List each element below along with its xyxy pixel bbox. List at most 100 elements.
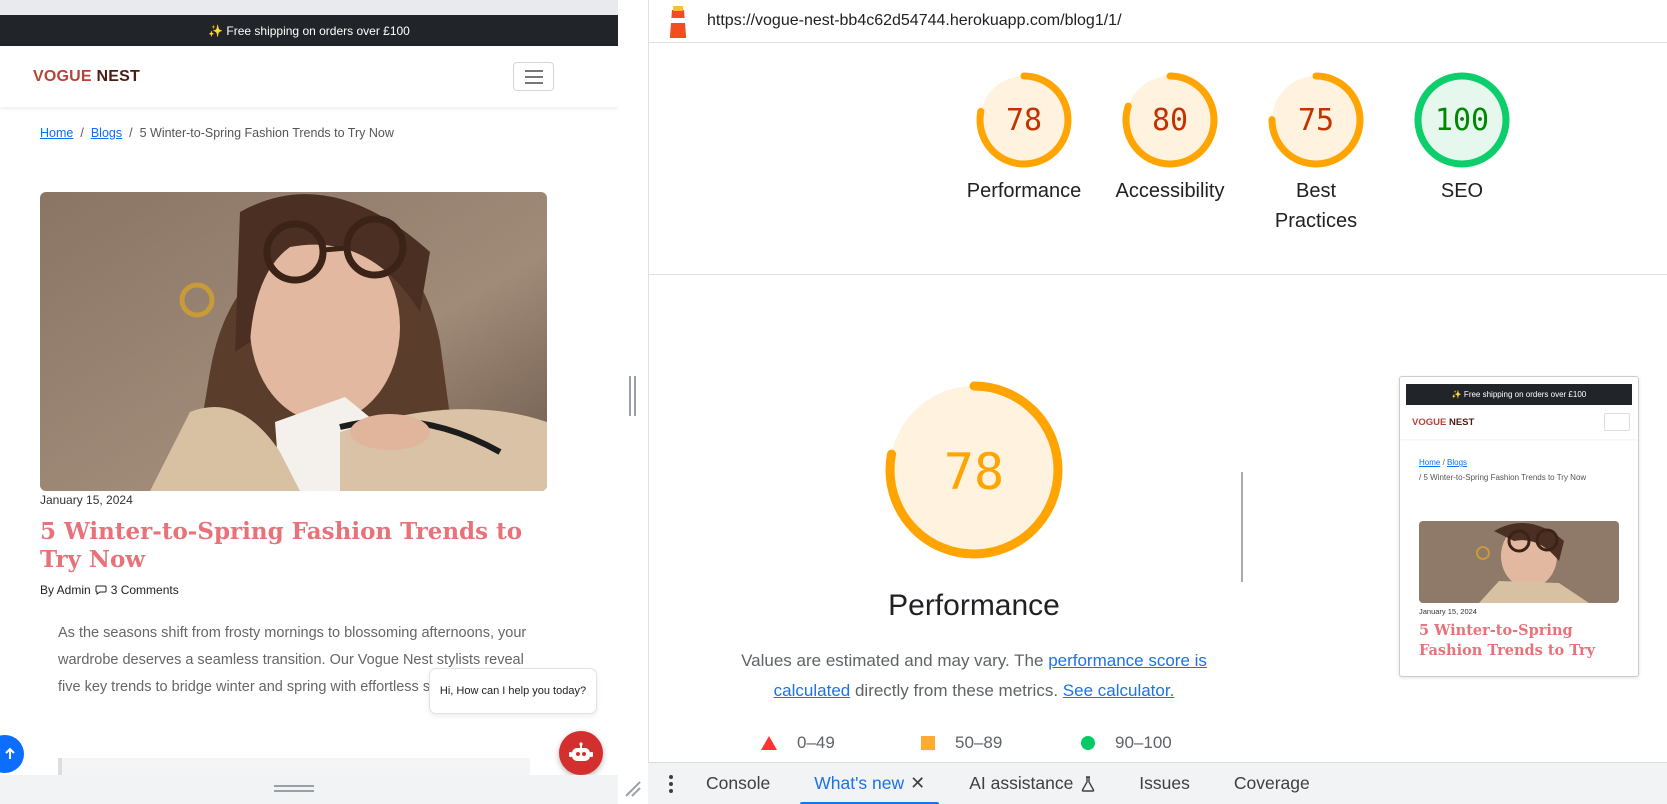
menu-toggle-button[interactable] (513, 62, 554, 91)
lighthouse-report: https://vogue-nest-bb4c62d54744.herokuap… (648, 0, 1667, 762)
legend-range: 0–49 (797, 733, 835, 752)
gauge-score: 80 (1152, 103, 1188, 138)
close-icon[interactable]: ✕ (910, 773, 925, 794)
final-screenshot-thumbnail[interactable]: ✨ Free shipping on orders over £100 VOGU… (1399, 376, 1639, 677)
category-gauges: 78 Performance 80 Accessibility 75 Best (649, 72, 1667, 252)
gauge-label: Best Practices (1274, 180, 1358, 232)
tab-label: Issues (1139, 773, 1190, 793)
resize-corner-icon[interactable] (624, 780, 642, 798)
thumb-brand: VOGUE NEST (1412, 417, 1474, 428)
square-icon (921, 736, 935, 750)
chatbot-launcher-button[interactable] (559, 731, 603, 775)
gauge-label: Performance (966, 180, 1082, 202)
blog-page: ✨ Free shipping on orders over £100 VOGU… (0, 15, 618, 775)
desc-text-2: directly from these metrics. (850, 681, 1063, 700)
gauge-ring: 78 (976, 72, 1072, 168)
gauge-best-practices[interactable]: 75 Best Practices (1246, 72, 1386, 236)
hamburger-icon (524, 69, 543, 72)
legend-pass: 90–100 (1081, 733, 1241, 753)
thumb-breadcrumb: Home / Blogs / 5 Winter-to-Spring Fashio… (1419, 458, 1587, 482)
performance-big-gauge: 78 (874, 370, 1074, 570)
tab-coverage[interactable]: Coverage (1212, 763, 1332, 804)
hamburger-line (524, 81, 543, 84)
thumb-date: January 15, 2024 (1419, 607, 1477, 616)
legend-range: 50–89 (955, 733, 1003, 752)
tab-label: AI assistance (969, 773, 1074, 793)
thumb-brand-part-1: VOGUE (1412, 416, 1447, 428)
thumb-header: VOGUE NEST (1400, 405, 1638, 439)
gauge-ring: 100 (1414, 72, 1510, 168)
post-title[interactable]: 5 Winter-to-Spring Fashion Trends to Try… (40, 518, 530, 574)
arrow-up-icon (5, 747, 15, 759)
thumb-crumb-blogs: Blogs (1447, 458, 1468, 467)
tab-issues[interactable]: Issues (1117, 763, 1212, 804)
breadcrumb: Home / Blogs / 5 Winter-to-Spring Fashio… (40, 126, 394, 140)
section-divider (649, 274, 1667, 275)
tab-whats-new[interactable]: What's new ✕ (792, 763, 947, 804)
gauge-ring: 80 (1122, 72, 1218, 168)
breadcrumb-separator: / (129, 126, 133, 140)
post-date: January 15, 2024 (40, 493, 133, 507)
gauge-seo[interactable]: 100 SEO (1392, 72, 1532, 206)
more-tools-menu-icon[interactable] (658, 774, 684, 793)
flask-icon (1081, 775, 1095, 792)
circle-icon (1081, 736, 1095, 750)
gauge-label: Accessibility (1115, 180, 1225, 202)
announcement-bar: ✨ Free shipping on orders over £100 (0, 15, 618, 46)
robot-icon (569, 742, 593, 761)
breadcrumb-current: 5 Winter-to-Spring Fashion Trends to Try… (139, 126, 394, 140)
legend-fail: 0–49 (761, 733, 921, 753)
report-url[interactable]: https://vogue-nest-bb4c62d54744.herokuap… (707, 12, 1122, 30)
hamburger-line (524, 75, 543, 78)
thumb-photo-illustration (1419, 521, 1619, 603)
gauge-ring-large: 78 (885, 381, 1063, 559)
gauge-label: SEO (1440, 180, 1484, 202)
thumb-announcement: ✨ Free shipping on orders over £100 (1406, 384, 1632, 405)
legend-range: 90–100 (1115, 733, 1172, 752)
vertical-divider (1241, 472, 1243, 582)
portrait-photo-illustration (40, 192, 547, 491)
thumb-hero-image (1419, 521, 1619, 603)
lighthouse-icon (670, 6, 686, 38)
triangle-icon (761, 736, 777, 750)
post-blockquote (58, 758, 530, 775)
thumb-title: 5 Winter-to-Spring Fashion Trends to Try (1419, 622, 1596, 659)
announcement-text: ✨ Free shipping on orders over £100 (208, 23, 410, 38)
post-author: By Admin (40, 583, 91, 597)
brand-part-2: NEST (96, 67, 140, 85)
gauge-score: 75 (1298, 103, 1334, 138)
devtools-drawer-tabbar: Console What's new ✕ AI assistance Issue… (648, 762, 1667, 804)
desc-text-1: Values are estimated and may vary. The (741, 651, 1049, 670)
chatbot-greeting-text: Hi, How can I help you today? (439, 685, 587, 697)
tab-console[interactable]: Console (684, 763, 792, 804)
gauge-ring: 75 (1268, 72, 1364, 168)
gauge-performance[interactable]: 78 Performance (954, 72, 1094, 206)
thumb-menu-icon (1604, 413, 1630, 431)
brand-logo[interactable]: VOGUE NEST (33, 68, 140, 86)
breadcrumb-separator: / (80, 126, 84, 140)
performance-description: Values are estimated and may vary. The p… (711, 646, 1237, 706)
hero-image (40, 192, 547, 491)
performance-heading: Performance (888, 589, 1060, 622)
chatbot-greeting-bubble[interactable]: Hi, How can I help you today? (429, 668, 597, 714)
thumb-crumb-current: / 5 Winter-to-Spring Fashion Trends to T… (1419, 473, 1587, 482)
comment-icon (95, 585, 107, 595)
thumb-brand-part-2: NEST (1448, 416, 1475, 428)
viewport-resize-handle-bottom[interactable] (274, 785, 314, 793)
see-calculator-link[interactable]: See calculator. (1063, 681, 1175, 700)
score-legend: 0–49 50–89 90–100 (761, 733, 1241, 753)
breadcrumb-blogs-link[interactable]: Blogs (91, 126, 122, 140)
scroll-to-top-button[interactable] (0, 735, 24, 773)
post-byline: By Admin 3 Comments (40, 583, 179, 597)
breadcrumb-home-link[interactable]: Home (40, 126, 73, 140)
performance-score: 78 (944, 443, 1004, 501)
viewport-resize-handle-side[interactable] (629, 376, 637, 416)
post-comments-count[interactable]: 3 Comments (111, 583, 179, 597)
tab-label: What's new (814, 773, 905, 793)
legend-average: 50–89 (921, 733, 1081, 753)
gauge-accessibility[interactable]: 80 Accessibility (1100, 72, 1240, 206)
tab-label: Console (706, 773, 771, 793)
report-url-bar: https://vogue-nest-bb4c62d54744.herokuap… (649, 0, 1667, 43)
tab-ai-assistance[interactable]: AI assistance (947, 763, 1117, 804)
device-viewport: ✨ Free shipping on orders over £100 VOGU… (0, 0, 618, 804)
